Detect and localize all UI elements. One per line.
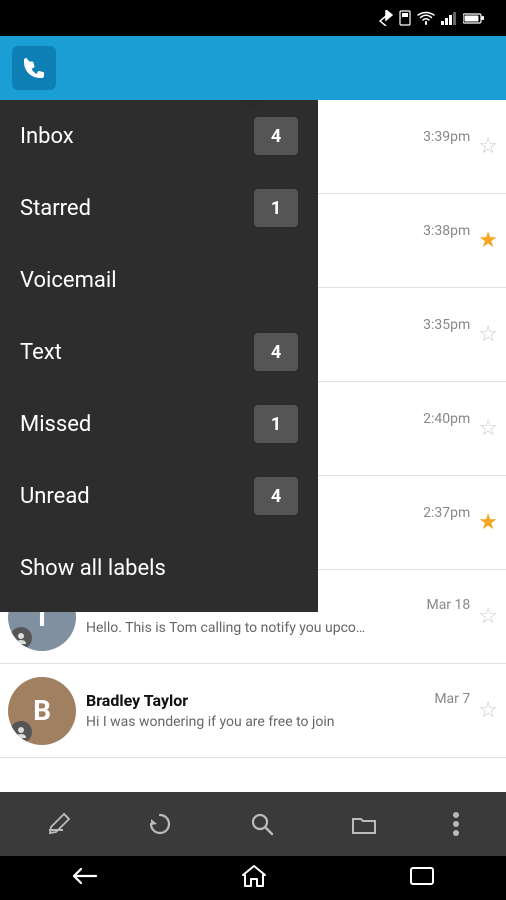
- message-time: 3:35pm: [423, 317, 470, 333]
- dropdown-menu: Inbox 4 Starred 1 Voicemail Text 4 Misse…: [0, 100, 318, 612]
- refresh-button[interactable]: [135, 803, 185, 845]
- status-bar: [0, 0, 506, 36]
- dropdown-item-missed[interactable]: Missed 1: [0, 388, 318, 460]
- app-bar: [0, 36, 506, 100]
- bluetooth-icon: [379, 10, 393, 26]
- message-sender: Bradley Taylor: [86, 691, 426, 710]
- star-button[interactable]: ☆: [478, 698, 498, 723]
- dropdown-item-label: Unread: [20, 484, 254, 509]
- recent-icon: [409, 866, 435, 886]
- app-logo: [12, 46, 56, 90]
- message-item[interactable]: B Bradley Taylor Mar 7 Hi I was wonderin…: [0, 664, 506, 758]
- battery-icon: [463, 12, 485, 24]
- dropdown-item-label: Starred: [20, 196, 254, 221]
- message-actions: ☆: [478, 134, 498, 159]
- avatar: B: [8, 677, 76, 745]
- compose-icon: [46, 811, 72, 837]
- message-time: 3:38pm: [423, 223, 470, 239]
- message-time: Mar 7: [434, 691, 470, 707]
- search-button[interactable]: [237, 803, 287, 845]
- dropdown-badge: 4: [254, 477, 298, 515]
- dropdown-badge: 4: [254, 333, 298, 371]
- home-icon: [241, 864, 267, 888]
- refresh-icon: [147, 811, 173, 837]
- status-icons: [379, 10, 494, 26]
- dropdown-badge: 1: [254, 189, 298, 227]
- dropdown-item-inbox[interactable]: Inbox 4: [0, 100, 318, 172]
- message-preview: Hi I was wondering if you are free to jo…: [86, 714, 366, 730]
- message-time: 3:39pm: [423, 129, 470, 145]
- more-icon: [452, 811, 460, 837]
- dropdown-item-voicemail[interactable]: Voicemail: [0, 244, 318, 316]
- folder-icon: [351, 811, 377, 837]
- message-actions: ☆: [478, 698, 498, 723]
- star-button[interactable]: ★: [478, 510, 498, 535]
- message-header: Bradley Taylor Mar 7: [86, 691, 470, 710]
- home-button[interactable]: [241, 864, 267, 893]
- wifi-icon: [417, 11, 435, 25]
- dropdown-item-label: Text: [20, 340, 254, 365]
- message-content: Bradley Taylor Mar 7 Hi I was wondering …: [86, 691, 470, 730]
- star-button[interactable]: ★: [478, 228, 498, 253]
- main-area: W 3:39pm the library. I'll ☆ M 3:38pm: [0, 100, 506, 792]
- star-button[interactable]: ☆: [478, 604, 498, 629]
- message-actions: ☆: [478, 604, 498, 629]
- message-time: 2:40pm: [423, 411, 470, 427]
- dropdown-item-label: Show all labels: [20, 556, 298, 581]
- dropdown-item-label: Missed: [20, 412, 254, 437]
- bottom-toolbar: [0, 792, 506, 856]
- dropdown-item-label: Inbox: [20, 124, 254, 149]
- dropdown-arrow: [241, 100, 265, 110]
- recent-button[interactable]: [409, 866, 435, 891]
- dropdown-item-starred[interactable]: Starred 1: [0, 172, 318, 244]
- folder-button[interactable]: [339, 803, 389, 845]
- dropdown-item-text[interactable]: Text 4: [0, 316, 318, 388]
- message-actions: ★: [478, 228, 498, 253]
- back-button[interactable]: [71, 866, 99, 891]
- dropdown-item-unread[interactable]: Unread 4: [0, 460, 318, 532]
- message-time: 2:37pm: [423, 505, 470, 521]
- star-button[interactable]: ☆: [478, 416, 498, 441]
- dropdown-badge: 4: [254, 117, 298, 155]
- message-time: Mar 18: [426, 597, 470, 613]
- dropdown-item-label: Voicemail: [20, 268, 298, 293]
- back-icon: [71, 866, 99, 886]
- dropdown-badge: 1: [254, 405, 298, 443]
- message-preview: Hello. This is Tom calling to notify you…: [86, 620, 366, 636]
- avatar-badge-icon: [10, 721, 32, 743]
- message-actions: ☆: [478, 322, 498, 347]
- star-button[interactable]: ☆: [478, 322, 498, 347]
- message-actions: ☆: [478, 416, 498, 441]
- phone-logo-icon: [20, 54, 48, 82]
- message-actions: ★: [478, 510, 498, 535]
- dropdown-item-show-all[interactable]: Show all labels: [0, 532, 318, 604]
- compose-button[interactable]: [34, 803, 84, 845]
- avatar-badge-icon: [10, 627, 32, 649]
- nav-bar: [0, 856, 506, 900]
- phone-icon: [398, 10, 412, 26]
- search-icon: [249, 811, 275, 837]
- star-button[interactable]: ☆: [478, 134, 498, 159]
- more-button[interactable]: [440, 803, 472, 845]
- signal-icon: [440, 11, 458, 25]
